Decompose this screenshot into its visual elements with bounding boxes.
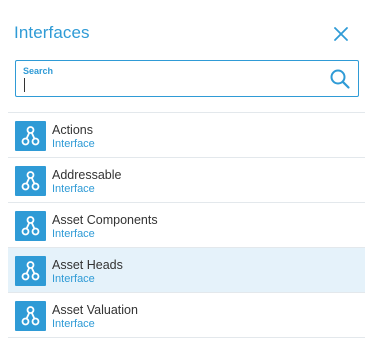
interface-graph-icon <box>15 211 46 241</box>
search-field[interactable]: Search <box>15 60 359 97</box>
interface-graph-icon <box>15 256 46 286</box>
list-item-selected[interactable]: Asset Heads Interface <box>8 248 365 293</box>
close-icon[interactable] <box>332 25 350 43</box>
list-item[interactable]: Actions Interface <box>8 113 365 158</box>
interface-graph-icon <box>15 301 46 331</box>
item-type: Interface <box>52 138 95 150</box>
list-item[interactable]: Addressable Interface <box>8 158 365 203</box>
text-caret <box>24 78 25 92</box>
list-item[interactable]: Asset Components Interface <box>8 203 365 248</box>
panel-title: Interfaces <box>14 23 90 42</box>
search-input[interactable] <box>23 76 323 94</box>
item-type: Interface <box>52 273 95 285</box>
item-type: Interface <box>52 183 95 195</box>
interface-list: Actions Interface Addressable Interface <box>8 112 365 353</box>
panel-header: Interfaces <box>0 0 375 60</box>
interface-graph-icon <box>15 166 46 196</box>
item-name: Asset Components <box>52 213 158 227</box>
item-name: Addressable <box>52 168 122 182</box>
interface-graph-icon <box>15 121 46 151</box>
list-item[interactable]: Asset Valuation Interface <box>8 293 365 338</box>
search-icon[interactable] <box>329 68 351 90</box>
item-name: Asset Valuation <box>52 303 138 317</box>
search-label: Search <box>23 66 54 76</box>
item-name: Asset Heads <box>52 258 123 272</box>
item-type: Interface <box>52 228 95 240</box>
item-name: Actions <box>52 123 93 137</box>
item-type: Interface <box>52 318 95 330</box>
